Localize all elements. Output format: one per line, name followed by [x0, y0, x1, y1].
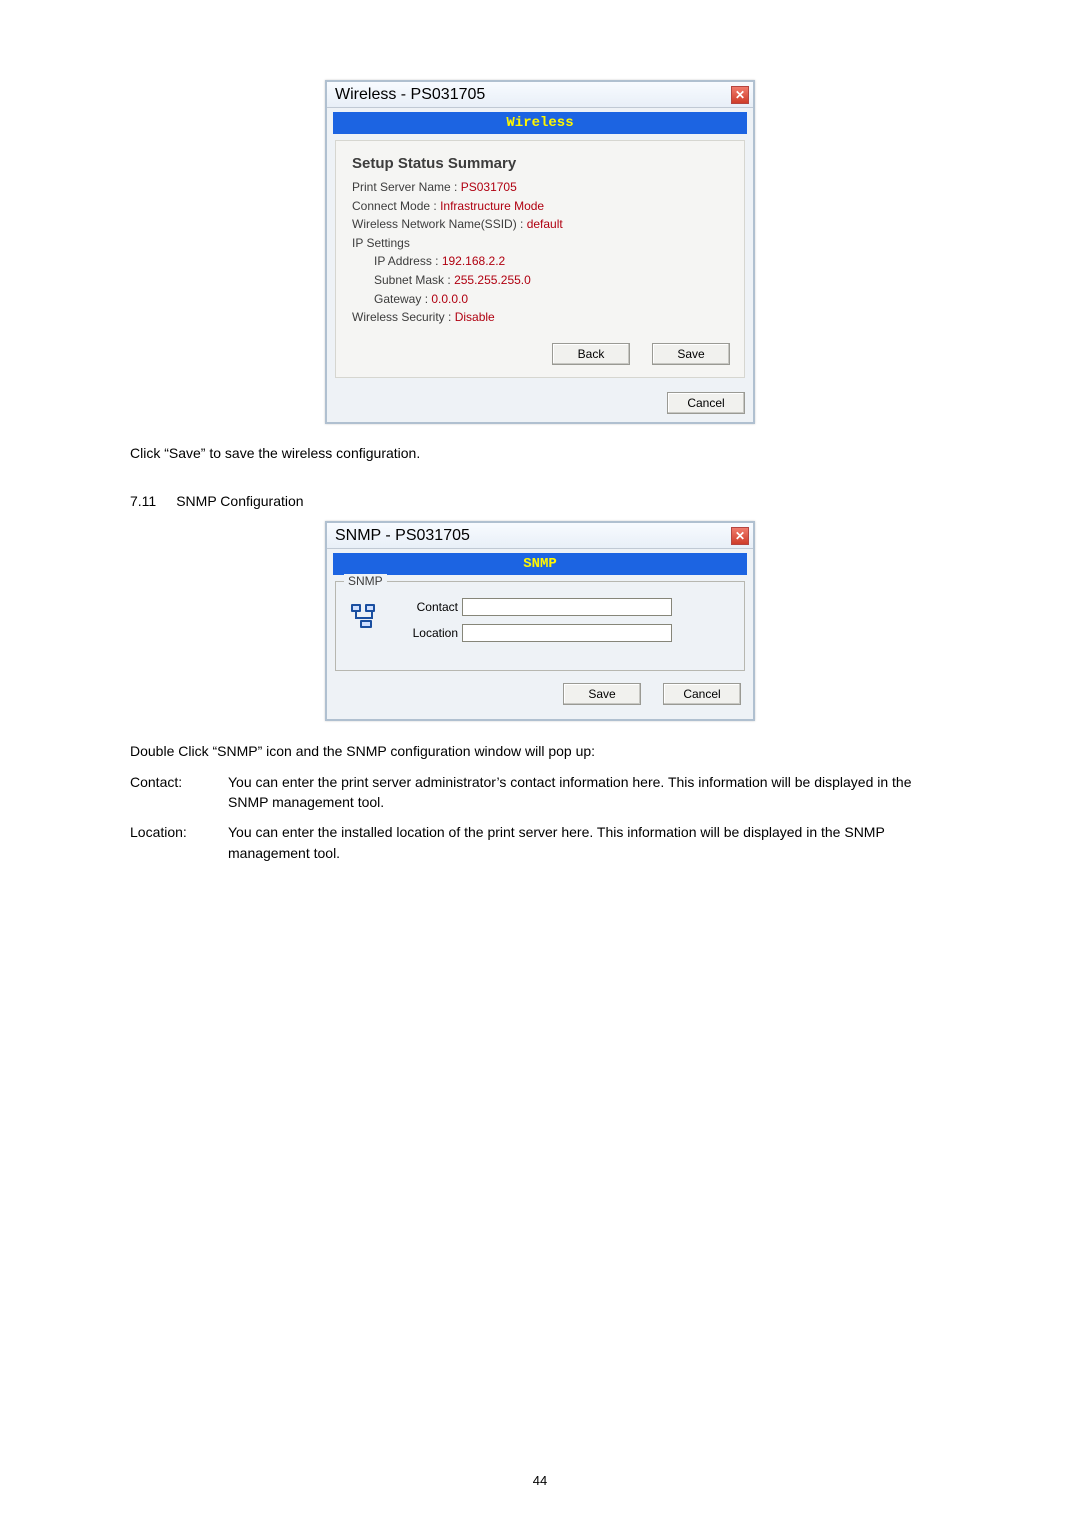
summary-heading: Setup Status Summary — [352, 155, 732, 172]
close-icon[interactable]: ✕ — [731, 86, 749, 104]
location-term: Location: — [130, 822, 210, 863]
wireless-titlebar: Wireless - PS031705 ✕ — [327, 82, 753, 108]
snmp-titlebar: SNMP - PS031705 ✕ — [327, 523, 753, 549]
snmp-dialog: SNMP - PS031705 ✕ SNMP SNMP — [325, 521, 755, 721]
ip-address-row: IP Address : 192.168.2.2 — [374, 252, 732, 271]
ssid-row: Wireless Network Name(SSID) : default — [352, 215, 732, 234]
contact-explain: You can enter the print server administr… — [228, 772, 950, 813]
close-icon[interactable]: ✕ — [731, 527, 749, 545]
ip-settings-heading: IP Settings — [352, 234, 732, 253]
contact-definition: Contact: You can enter the print server … — [130, 772, 950, 813]
section-heading: 7.11 SNMP Configuration — [130, 493, 950, 509]
save-button[interactable]: Save — [652, 343, 730, 365]
wireless-security-value: Disable — [455, 310, 495, 324]
snmp-banner: SNMP — [333, 553, 747, 575]
cancel-button[interactable]: Cancel — [667, 392, 745, 414]
connect-mode-value: Infrastructure Mode — [440, 199, 544, 213]
location-field: Location — [394, 624, 672, 642]
gateway-value: 0.0.0.0 — [431, 292, 468, 306]
snmp-title: SNMP - PS031705 — [335, 527, 470, 545]
snmp-intro: Double Click “SNMP” icon and the SNMP co… — [130, 741, 950, 761]
save-button[interactable]: Save — [563, 683, 641, 705]
wireless-title: Wireless - PS031705 — [335, 86, 485, 104]
wireless-save-note: Click “Save” to save the wireless config… — [130, 444, 950, 464]
print-server-name-value: PS031705 — [461, 180, 517, 194]
wireless-security-row: Wireless Security : Disable — [352, 308, 732, 327]
ip-settings-label: IP Settings — [352, 236, 410, 250]
location-explain: You can enter the installed location of … — [228, 822, 950, 863]
location-label: Location — [394, 626, 458, 640]
section-number: 7.11 — [130, 493, 156, 509]
connect-mode-row: Connect Mode : Infrastructure Mode — [352, 197, 732, 216]
connect-mode-label: Connect Mode : — [352, 199, 437, 213]
contact-label: Contact — [394, 600, 458, 614]
subnet-mask-row: Subnet Mask : 255.255.255.0 — [374, 271, 732, 290]
contact-term: Contact: — [130, 772, 210, 813]
wireless-body: Setup Status Summary Print Server Name :… — [335, 140, 745, 378]
subnet-mask-label: Subnet Mask : — [374, 273, 451, 287]
location-input[interactable] — [462, 624, 672, 642]
wireless-dialog: Wireless - PS031705 ✕ Wireless Setup Sta… — [325, 80, 755, 424]
ssid-value: default — [527, 217, 563, 231]
ip-address-label: IP Address : — [374, 254, 438, 268]
back-button[interactable]: Back — [552, 343, 630, 365]
gateway-row: Gateway : 0.0.0.0 — [374, 290, 732, 309]
snmp-buttons: Save Cancel — [335, 671, 745, 711]
wireless-security-label: Wireless Security : — [352, 310, 451, 324]
network-card-icon — [346, 598, 382, 634]
page-number: 44 — [0, 1473, 1080, 1488]
cancel-button[interactable]: Cancel — [663, 683, 741, 705]
subnet-mask-value: 255.255.255.0 — [454, 273, 531, 287]
print-server-name-row: Print Server Name : PS031705 — [352, 178, 732, 197]
snmp-legend: SNMP — [344, 574, 387, 588]
location-definition: Location: You can enter the installed lo… — [130, 822, 950, 863]
snmp-body: SNMP — [335, 581, 745, 711]
contact-field: Contact — [394, 598, 672, 616]
gateway-label: Gateway : — [374, 292, 428, 306]
wireless-inner-buttons: Back Save — [352, 327, 732, 367]
wireless-banner: Wireless — [333, 112, 747, 134]
wireless-outer-buttons: Cancel — [327, 386, 753, 422]
ssid-label: Wireless Network Name(SSID) : — [352, 217, 523, 231]
ip-address-value: 192.168.2.2 — [442, 254, 505, 268]
contact-input[interactable] — [462, 598, 672, 616]
print-server-name-label: Print Server Name : — [352, 180, 457, 194]
snmp-fieldset: SNMP — [335, 581, 745, 671]
section-title: SNMP Configuration — [176, 493, 303, 509]
